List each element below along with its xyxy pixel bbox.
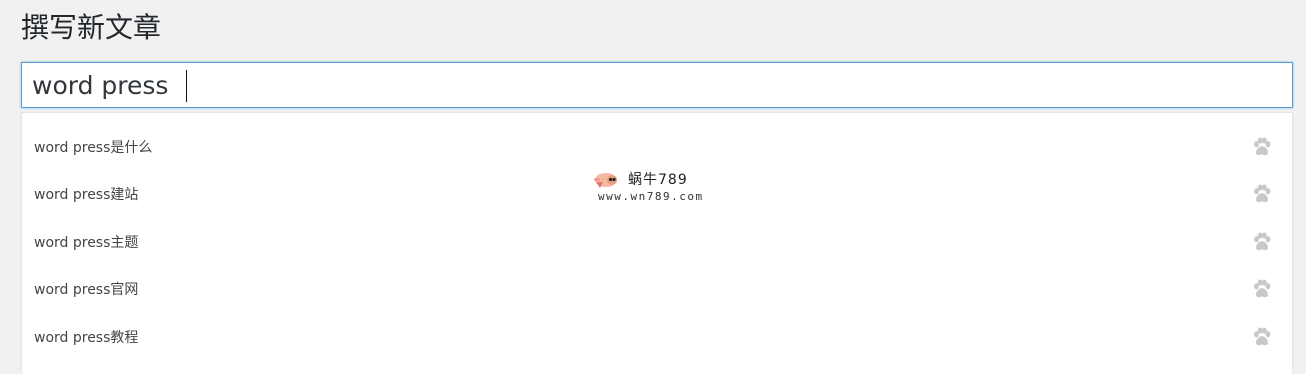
suggestion-item[interactable]: word press教程 <box>22 313 1292 361</box>
watermark: 蜗牛789 www.wn789.com <box>594 166 734 206</box>
watermark-url: www.wn789.com <box>598 190 704 203</box>
editor-body-edge <box>21 363 1293 374</box>
watermark-name: 蜗牛789 <box>628 172 688 188</box>
page-title: 撰写新文章 <box>21 11 162 44</box>
paw-icon <box>1254 327 1271 345</box>
editor-page: 撰写新文章 word press是什么 word press建站 <box>0 0 1306 374</box>
snail-logo-icon <box>594 173 617 188</box>
post-title-input[interactable] <box>22 63 1292 107</box>
post-title-field[interactable] <box>21 62 1293 108</box>
suggestion-label: word press教程 <box>34 329 139 346</box>
text-caret <box>186 70 187 102</box>
paw-icon <box>1254 232 1271 250</box>
suggestion-label: word press建站 <box>34 187 139 204</box>
paw-icon <box>1254 279 1271 298</box>
paw-icon <box>1254 184 1271 203</box>
suggestion-label: word press官网 <box>34 282 139 299</box>
suggestion-item[interactable]: word press主题 <box>22 218 1292 266</box>
suggestion-item[interactable]: word press官网 <box>22 266 1292 314</box>
suggestion-label: word press主题 <box>34 234 139 251</box>
suggestion-label: word press是什么 <box>34 139 153 156</box>
suggestion-item[interactable]: word press是什么 <box>22 123 1292 171</box>
paw-icon <box>1254 137 1271 155</box>
suggestion-list: word press是什么 word press建站 word press主题 … <box>22 123 1292 361</box>
search-suggestions-dropdown: word press是什么 word press建站 word press主题 … <box>21 112 1293 364</box>
